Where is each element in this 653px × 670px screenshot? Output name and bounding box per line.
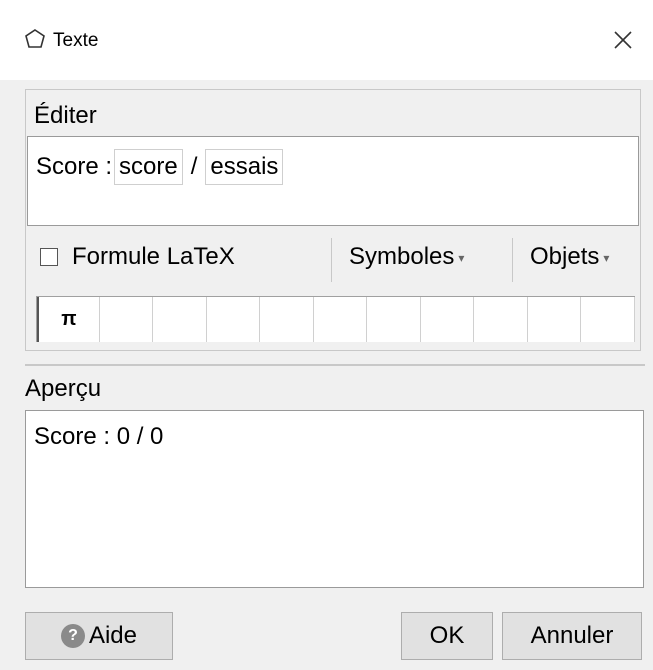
toolbar-divider bbox=[512, 238, 513, 282]
text-editor[interactable]: Score : score / essais bbox=[27, 136, 639, 226]
editor-content: Score : score / essais bbox=[36, 149, 285, 185]
help-icon: ? bbox=[60, 624, 85, 648]
objects-dropdown[interactable]: Objets ▾ bbox=[530, 243, 609, 271]
symbol-button[interactable] bbox=[206, 297, 261, 342]
latex-checkbox[interactable] bbox=[40, 248, 58, 266]
symbol-button[interactable] bbox=[527, 297, 582, 342]
object-token-score[interactable]: score bbox=[114, 149, 183, 185]
ok-button[interactable]: OK bbox=[401, 612, 493, 660]
symbol-button[interactable] bbox=[313, 297, 368, 342]
polygon-icon bbox=[25, 29, 45, 48]
editor-prefix: Score : bbox=[36, 153, 113, 180]
symbol-button[interactable] bbox=[581, 297, 635, 342]
edit-panel: Éditer Score : score / essais Formule La… bbox=[25, 89, 641, 351]
preview-label: Aperçu bbox=[25, 375, 102, 402]
symbol-button[interactable] bbox=[420, 297, 475, 342]
latex-label: Formule LaTeX bbox=[72, 243, 235, 270]
symbols-dropdown[interactable]: Symboles ▾ bbox=[349, 243, 464, 271]
symbol-bar: π bbox=[36, 296, 635, 342]
editor-toolbar: Formule LaTeX Symboles ▾ Objets ▾ bbox=[36, 238, 636, 282]
symbol-button[interactable] bbox=[474, 297, 528, 342]
symbol-button[interactable] bbox=[153, 297, 207, 342]
close-icon bbox=[614, 31, 632, 49]
help-button[interactable]: ? Aide bbox=[25, 612, 173, 660]
edit-label: Éditer bbox=[34, 102, 97, 129]
toolbar-divider bbox=[331, 238, 332, 282]
preview-panel: Score : 0 / 0 bbox=[25, 410, 644, 588]
cancel-button[interactable]: Annuler bbox=[502, 612, 642, 660]
close-button[interactable] bbox=[603, 20, 643, 60]
symbol-button[interactable]: π bbox=[37, 297, 100, 342]
symbol-button[interactable] bbox=[99, 297, 154, 342]
preview-text: Score : 0 / 0 bbox=[34, 423, 164, 450]
chevron-down-icon: ▾ bbox=[458, 250, 465, 265]
chevron-down-icon: ▾ bbox=[603, 250, 610, 265]
objects-dropdown-label: Objets bbox=[530, 243, 600, 270]
symbol-button[interactable] bbox=[367, 297, 421, 342]
window-title: Texte bbox=[53, 30, 99, 51]
editor-separator: / bbox=[190, 153, 198, 180]
title-bar: Texte bbox=[0, 0, 653, 80]
object-token-essais[interactable]: essais bbox=[205, 149, 284, 185]
symbol-button[interactable] bbox=[260, 297, 314, 342]
section-divider bbox=[25, 364, 645, 366]
symbols-dropdown-label: Symboles bbox=[349, 243, 455, 270]
help-button-label: Aide bbox=[88, 622, 138, 649]
